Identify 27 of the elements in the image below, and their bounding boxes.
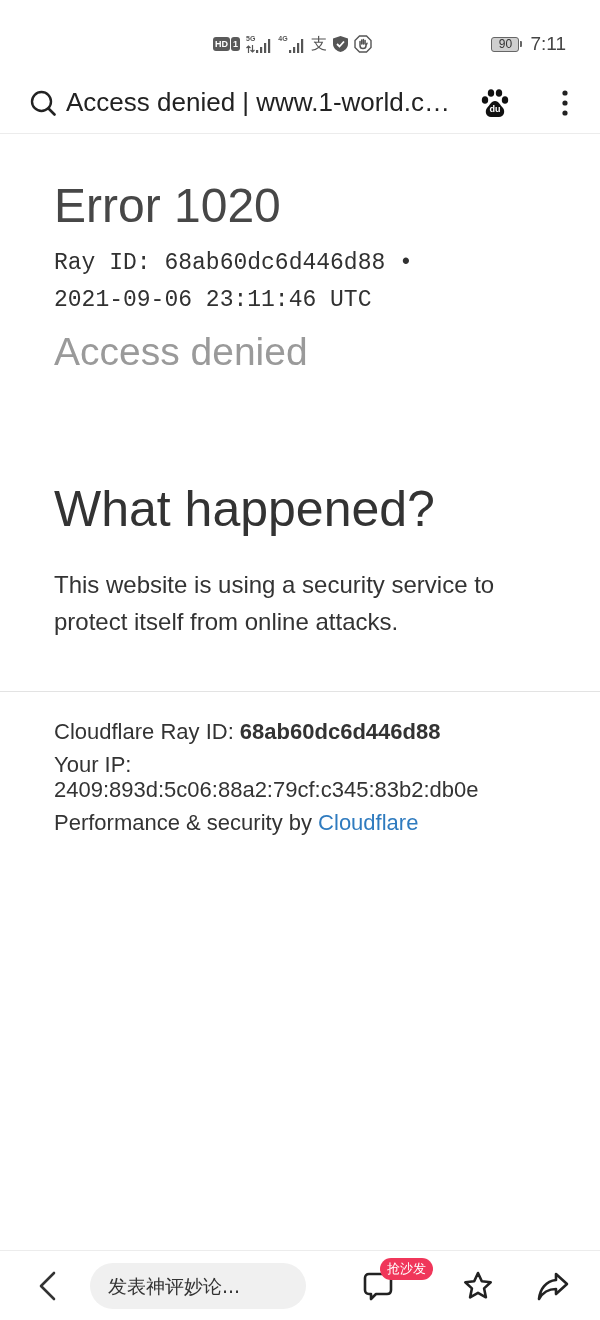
address-bar-title[interactable]: Access denied | www.1-world.c… [66, 87, 450, 118]
error-title: Error 1020 [54, 178, 282, 234]
cloudflare-link[interactable]: Cloudflare [318, 810, 419, 835]
more-menu-icon[interactable] [562, 89, 568, 116]
ray-id: Ray ID: 68ab60dc6d446d88 • [54, 250, 413, 276]
notification-glyph: 支 [310, 35, 327, 53]
status-time: 7:11 [530, 33, 566, 55]
ip-address: 2409:893d:5c06:88a2:79cf:c345:83b2:db0e [54, 777, 480, 802]
section-text: This website is using a security service to protect itself from online attacks. [54, 570, 496, 637]
comment-badge: 抢沙发 [380, 1257, 433, 1280]
ray-id-text: Cloudflare Ray ID: 68ab60dc6d446d88 [54, 719, 442, 744]
hd-badge: HD [213, 37, 230, 51]
battery-indicator: 90 [491, 36, 523, 52]
comment-field[interactable]: 发表神评妙论... [90, 1262, 306, 1309]
shield-check-icon [332, 36, 348, 52]
logo-text: du [488, 103, 502, 114]
stop-hand-icon [353, 35, 372, 53]
sim-badge: 1 [231, 37, 240, 51]
star-icon[interactable] [462, 1269, 494, 1302]
search-icon[interactable] [30, 89, 56, 116]
timestamp: 2021-09-06 23:11:46 UTC [54, 287, 372, 313]
section-heading: What happened? [54, 481, 436, 537]
credit-text: Performance & security by Cloudflare [54, 810, 420, 835]
paw-icon[interactable] [480, 87, 510, 118]
error-subtitle: Access denied [54, 329, 309, 375]
ip-label: Your IP: [54, 752, 133, 777]
signal-bars-icon [256, 39, 273, 53]
